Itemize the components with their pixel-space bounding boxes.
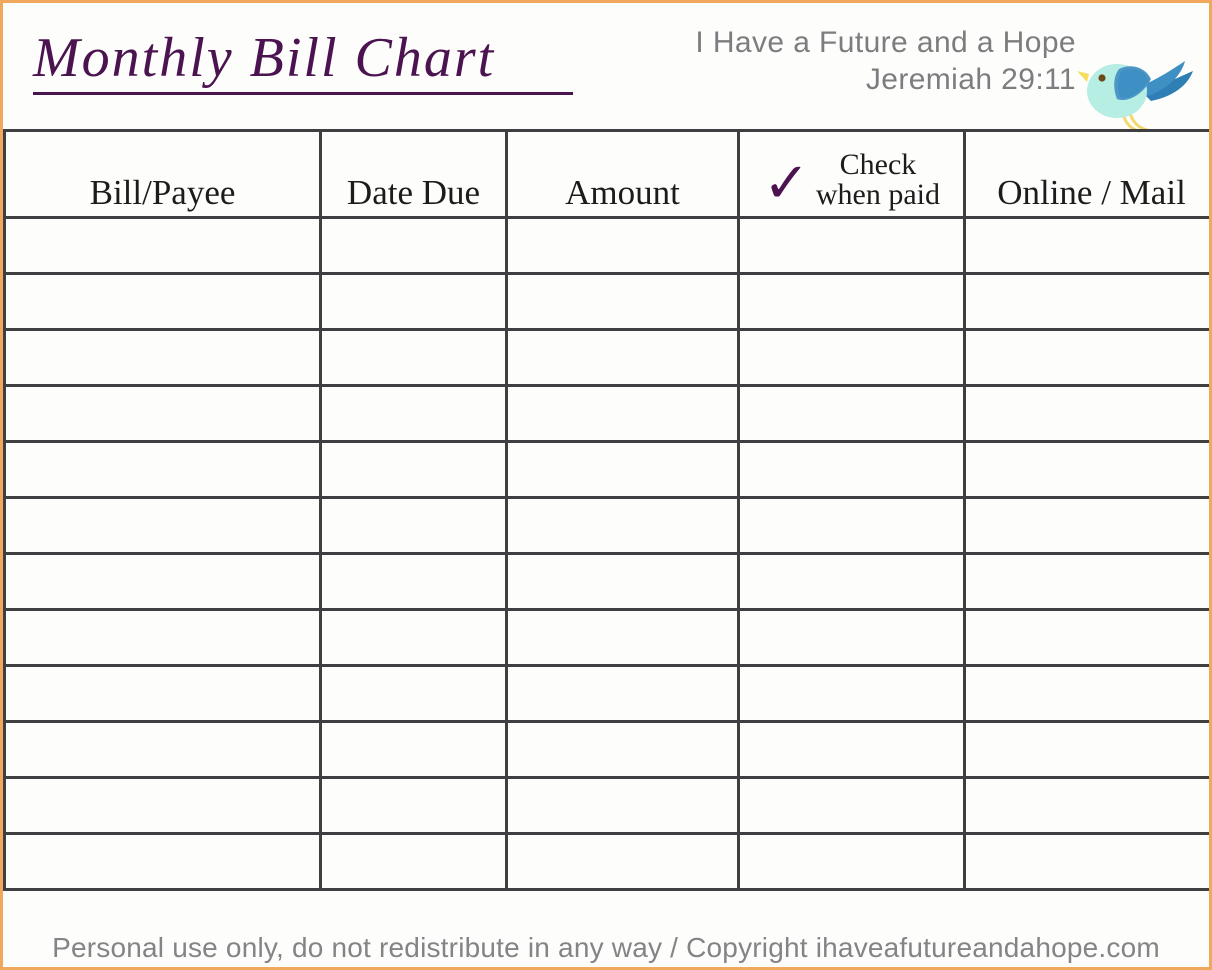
cell-online[interactable] xyxy=(963,832,1209,891)
cell-online[interactable] xyxy=(963,496,1209,555)
table-header-row: Bill/Payee Date Due Amount ✓ Check when … xyxy=(3,129,1209,219)
monthly-bill-chart-page: Monthly Bill Chart I Have a Future and a… xyxy=(0,0,1212,970)
cell-online[interactable] xyxy=(963,216,1209,275)
cell-amount[interactable] xyxy=(505,328,740,387)
column-header-bill-payee: Bill/Payee xyxy=(3,129,322,219)
cell-bill[interactable] xyxy=(3,552,322,611)
cell-check[interactable] xyxy=(737,608,966,667)
cell-online[interactable] xyxy=(963,664,1209,723)
cell-bill[interactable] xyxy=(3,832,322,891)
cell-bill[interactable] xyxy=(3,776,322,835)
check-label-line1: Check xyxy=(839,147,917,181)
table-row xyxy=(3,272,1209,331)
cell-bill[interactable] xyxy=(3,216,322,275)
cell-date[interactable] xyxy=(319,832,508,891)
cell-online[interactable] xyxy=(963,720,1209,779)
cell-date[interactable] xyxy=(319,496,508,555)
cell-bill[interactable] xyxy=(3,664,322,723)
table-row xyxy=(3,664,1209,723)
cell-date[interactable] xyxy=(319,664,508,723)
cell-amount[interactable] xyxy=(505,440,740,499)
cell-amount[interactable] xyxy=(505,608,740,667)
cell-check[interactable] xyxy=(737,776,966,835)
cell-amount[interactable] xyxy=(505,664,740,723)
cell-date[interactable] xyxy=(319,328,508,387)
column-header-check-when-paid: ✓ Check when paid xyxy=(737,129,966,219)
table-row xyxy=(3,832,1209,891)
cell-date[interactable] xyxy=(319,552,508,611)
cell-check[interactable] xyxy=(737,552,966,611)
cell-check[interactable] xyxy=(737,440,966,499)
cell-online[interactable] xyxy=(963,384,1209,443)
cell-date[interactable] xyxy=(319,608,508,667)
cell-check[interactable] xyxy=(737,496,966,555)
table-row xyxy=(3,496,1209,555)
table-header: Bill/Payee Date Due Amount ✓ Check when … xyxy=(3,129,1209,219)
cell-amount[interactable] xyxy=(505,832,740,891)
column-header-online-mail: Online / Mail xyxy=(963,129,1209,219)
footer-copyright-note: Personal use only, do not redistribute i… xyxy=(52,932,1160,963)
cell-online[interactable] xyxy=(963,272,1209,331)
title-block: Monthly Bill Chart xyxy=(33,29,593,95)
cell-check[interactable] xyxy=(737,832,966,891)
cell-check[interactable] xyxy=(737,272,966,331)
cell-amount[interactable] xyxy=(505,776,740,835)
cell-bill[interactable] xyxy=(3,440,322,499)
cell-online[interactable] xyxy=(963,608,1209,667)
check-label-line2: when paid xyxy=(815,178,941,212)
cell-check[interactable] xyxy=(737,720,966,779)
cell-online[interactable] xyxy=(963,440,1209,499)
page-title: Monthly Bill Chart xyxy=(33,27,496,89)
cell-bill[interactable] xyxy=(3,384,322,443)
cell-check[interactable] xyxy=(737,328,966,387)
cell-date[interactable] xyxy=(319,384,508,443)
cell-date[interactable] xyxy=(319,272,508,331)
cell-bill[interactable] xyxy=(3,496,322,555)
checkmark-icon: ✓ xyxy=(762,151,810,216)
cell-online[interactable] xyxy=(963,776,1209,835)
table-row xyxy=(3,552,1209,611)
cell-online[interactable] xyxy=(963,552,1209,611)
scripture-reference: Jeremiah 29:11 xyxy=(865,62,1076,96)
cell-date[interactable] xyxy=(319,720,508,779)
cell-check[interactable] xyxy=(737,384,966,443)
cell-online[interactable] xyxy=(963,328,1209,387)
cell-date[interactable] xyxy=(319,440,508,499)
cell-check[interactable] xyxy=(737,664,966,723)
cell-amount[interactable] xyxy=(505,552,740,611)
scripture-block: I Have a Future and a Hope Jeremiah 29:1… xyxy=(695,25,1076,98)
cell-check[interactable] xyxy=(737,216,966,275)
cell-amount[interactable] xyxy=(505,384,740,443)
table-row xyxy=(3,328,1209,387)
table-row xyxy=(3,776,1209,835)
table-row xyxy=(3,384,1209,443)
cell-bill[interactable] xyxy=(3,720,322,779)
bluebird-icon xyxy=(1075,47,1201,133)
column-header-date-due: Date Due xyxy=(319,129,508,219)
table-row xyxy=(3,720,1209,779)
scripture-verse-text: I Have a Future and a Hope xyxy=(695,26,1076,59)
table-row xyxy=(3,216,1209,275)
bill-table: Bill/Payee Date Due Amount ✓ Check when … xyxy=(3,129,1209,891)
cell-amount[interactable] xyxy=(505,216,740,275)
column-header-amount: Amount xyxy=(505,129,740,219)
cell-amount[interactable] xyxy=(505,272,740,331)
cell-bill[interactable] xyxy=(3,328,322,387)
cell-amount[interactable] xyxy=(505,720,740,779)
cell-date[interactable] xyxy=(319,216,508,275)
cell-bill[interactable] xyxy=(3,608,322,667)
masthead: Monthly Bill Chart I Have a Future and a… xyxy=(3,3,1209,133)
cell-bill[interactable] xyxy=(3,272,322,331)
title-underline-rule xyxy=(33,91,573,95)
cell-amount[interactable] xyxy=(505,496,740,555)
table-body xyxy=(3,216,1209,891)
table-row xyxy=(3,608,1209,667)
table-row xyxy=(3,440,1209,499)
cell-date[interactable] xyxy=(319,776,508,835)
